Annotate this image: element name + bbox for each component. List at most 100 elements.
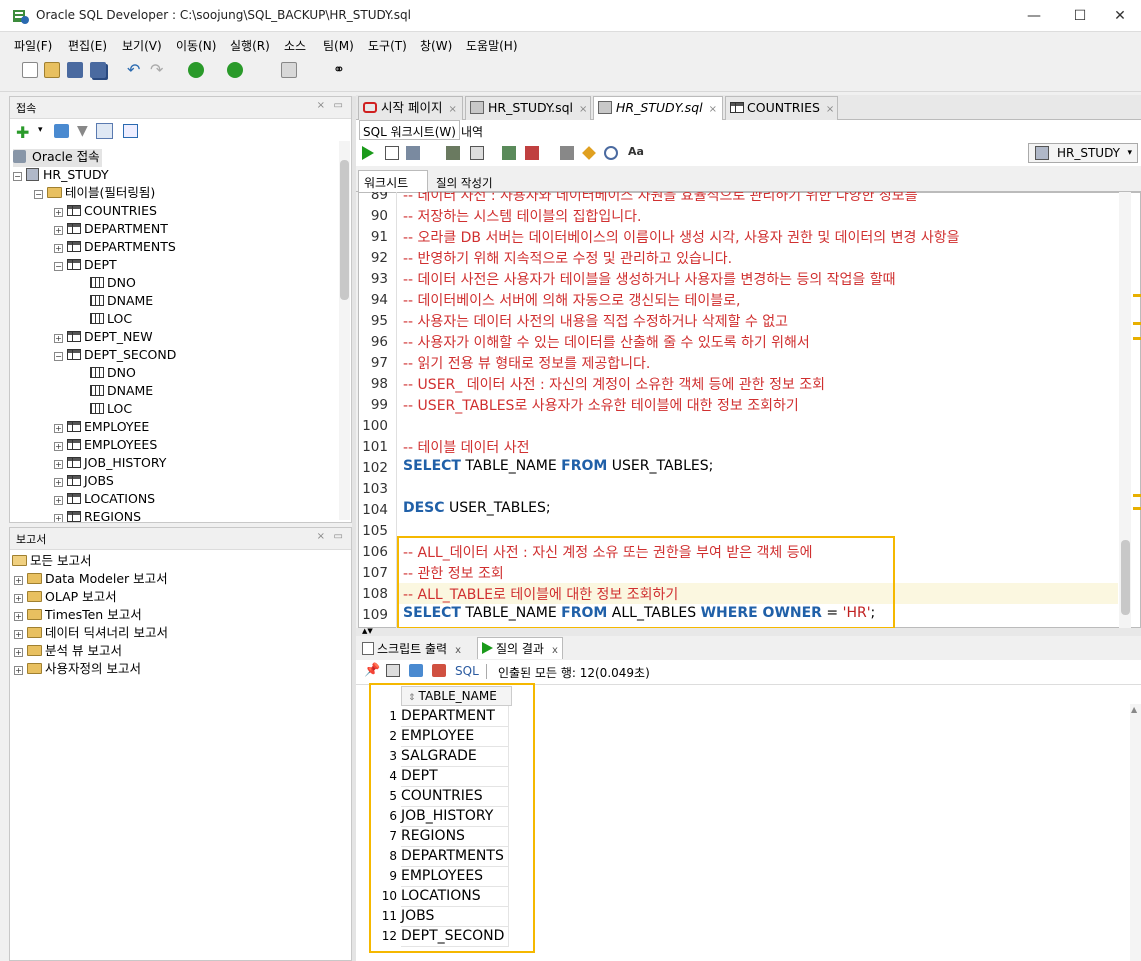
close-tab-icon[interactable]: × [709, 104, 717, 115]
menu-source[interactable]: 소스 [284, 37, 306, 54]
menu-view[interactable]: 보기(V) [122, 37, 162, 54]
code-line[interactable]: -- 데이터 사전 : 사용자와 데이터베이스 자원을 효율적으로 관리하기 위… [403, 192, 918, 205]
tab-start-page[interactable]: 시작 페이지 × [358, 96, 463, 120]
panel-minimize-icon[interactable]: ▭ [334, 100, 343, 111]
unshared-sql-icon[interactable] [560, 146, 574, 160]
menu-team[interactable]: 팀(M) [323, 37, 354, 54]
minimize-button[interactable]: — [1011, 0, 1057, 32]
close-tab-icon[interactable]: × [579, 104, 587, 115]
menu-window[interactable]: 창(W) [420, 37, 452, 54]
new-file-icon[interactable] [22, 62, 38, 78]
result-scrollbar[interactable] [1130, 704, 1141, 961]
run-script-icon[interactable] [385, 146, 399, 160]
code-line[interactable]: -- 데이터 사전은 사용자가 테이블을 생성하거나 사용자를 변경하는 등의 … [403, 269, 896, 289]
autotrace-icon[interactable] [406, 146, 420, 160]
splitter-arrows-icon[interactable]: ▲▼ [362, 627, 373, 635]
open-folder-icon[interactable] [44, 62, 60, 78]
save-icon[interactable] [67, 62, 83, 78]
vertical-splitter[interactable] [352, 96, 356, 961]
code-line[interactable]: SELECT TABLE_NAME FROM USER_TABLES; [403, 458, 713, 474]
line-number: 104 [362, 502, 388, 518]
code-line[interactable]: -- 사용자는 데이터 사전의 내용을 직접 수정하거나 삭제할 수 없고 [403, 311, 788, 331]
sql-keyword: FROM [561, 458, 608, 474]
explain-plan-icon[interactable] [446, 146, 460, 160]
code-line[interactable]: -- 사용자가 이해할 수 있는 데이터를 산출해 줄 수 있도록 하기 위해서 [403, 332, 810, 352]
editor-scrollbar-thumb[interactable] [1121, 540, 1130, 615]
collapse-icon[interactable]: − [13, 172, 22, 181]
refresh-icon[interactable] [54, 124, 69, 138]
scroll-up-icon[interactable]: ▲ [1131, 705, 1137, 714]
report-item[interactable]: + 사용자정의 보고서 [14, 660, 141, 678]
undo-icon[interactable]: ↶ [127, 62, 143, 78]
close-tab-icon[interactable]: × [448, 104, 456, 115]
splitter[interactable] [356, 628, 1141, 636]
save-all-icon[interactable] [90, 62, 106, 78]
sql-keyword: SELECT [403, 458, 461, 474]
run-icon [482, 642, 493, 654]
menu-tools[interactable]: 도구(T) [368, 37, 407, 54]
code-line[interactable]: -- 저장하는 시스템 테이블의 집합입니다. [403, 206, 641, 226]
close-tab-icon[interactable]: × [826, 104, 834, 115]
dropdown-arrow-icon[interactable]: ▾ [38, 125, 43, 135]
line-number: 107 [362, 565, 388, 581]
tab-hr-study-1[interactable]: HR_STUDY.sql × [465, 96, 591, 120]
tab-script-output[interactable]: 스크립트 출력 x [362, 640, 461, 657]
close-tab-icon[interactable]: x [552, 645, 558, 656]
connections-tree-icon[interactable] [123, 124, 138, 138]
tab-history[interactable]: 내역 [461, 123, 483, 140]
comment-text: -- 반영하기 위해 지속적으로 수정 및 관리하고 있습니다. [403, 251, 733, 267]
report-item[interactable]: + 분석 뷰 보고서 [14, 642, 122, 660]
close-tab-icon[interactable]: x [455, 645, 461, 656]
tab-query-result[interactable]: 질의 결과 x [477, 637, 563, 659]
format-icon[interactable]: Aa [628, 145, 644, 158]
code-line[interactable]: -- 오라클 DB 서버는 데이터베이스의 이름이나 생성 시각, 사용자 권한… [403, 227, 959, 247]
sql-tuning-icon[interactable] [470, 146, 484, 160]
binoculars-icon[interactable]: ⚭ [333, 62, 349, 78]
sql-worksheet-icon[interactable] [281, 62, 297, 78]
report-label: 분석 뷰 보고서 [45, 643, 122, 658]
tab-worksheet[interactable]: 워크시트 [358, 170, 428, 192]
comment-text: -- 저장하는 시스템 테이블의 집합입니다. [403, 209, 642, 225]
menu-file[interactable]: 파일(F) [14, 37, 52, 54]
menu-help[interactable]: 도움말(H) [466, 37, 518, 54]
connection-hr-study[interactable]: − HR_STUDY [13, 166, 109, 184]
comment-text: -- 사용자가 이해할 수 있는 데이터를 산출해 줄 수 있도록 하기 위해서 [403, 335, 810, 351]
panel-close-icon[interactable]: × [317, 100, 325, 111]
window-title: Oracle SQL Developer : C:\soojung\SQL_BA… [36, 8, 411, 22]
cancel-query-icon[interactable] [432, 664, 446, 677]
connection-icon [1035, 146, 1049, 160]
menu-run[interactable]: 실행(R) [230, 37, 270, 54]
back-icon[interactable] [188, 62, 204, 78]
menu-edit[interactable]: 편집(E) [68, 37, 107, 54]
code-line[interactable]: DESC USER_TABLES; [403, 500, 551, 516]
history-icon[interactable] [604, 146, 618, 160]
comment-text: -- 데이터 사전은 사용자가 테이블을 생성하거나 사용자를 변경하는 등의 … [403, 272, 896, 288]
commit-icon[interactable] [502, 146, 516, 160]
rollback-icon[interactable] [525, 146, 539, 160]
tab-query-builder[interactable]: 질의 작성기 [436, 175, 493, 191]
pin-icon[interactable]: 📌 [364, 663, 380, 678]
run-statement-icon[interactable] [362, 146, 374, 160]
sql-link[interactable]: SQL [455, 664, 479, 678]
tab-sql-worksheet[interactable]: SQL 워크시트(W) [359, 120, 460, 140]
menu-navigate[interactable]: 이동(N) [176, 37, 216, 54]
code-line[interactable]: -- USER_TABLES로 사용자가 소유한 테이블에 대한 정보 조회하기 [403, 395, 799, 415]
oracle-connections-node[interactable]: Oracle 접속 [13, 148, 100, 166]
code-line[interactable]: -- 테이블 데이터 사전 [403, 437, 530, 457]
add-connection-icon[interactable]: ✚ [16, 123, 29, 142]
code-line[interactable]: -- USER_ 데이터 사전 : 자신의 계정이 소유한 객체 등에 관한 정… [403, 374, 825, 394]
forward-icon[interactable] [227, 62, 243, 78]
print-icon[interactable] [386, 664, 400, 677]
code-line[interactable]: -- 반영하기 위해 지속적으로 수정 및 관리하고 있습니다. [403, 248, 732, 268]
connection-selector[interactable]: HR_STUDY ▾ [1028, 143, 1138, 163]
tab-countries[interactable]: COUNTRIES × [725, 96, 838, 120]
code-line[interactable]: -- 데이터베이스 서버에 의해 자동으로 갱신되는 테이블로, [403, 290, 741, 310]
schema-browser-icon[interactable] [96, 123, 113, 139]
close-button[interactable]: ✕ [1097, 0, 1141, 32]
tab-hr-study-active[interactable]: HR_STUDY.sql × [593, 96, 723, 120]
code-line[interactable]: -- 읽기 전용 뷰 형태로 정보를 제공합니다. [403, 353, 650, 373]
filter-icon[interactable]: ▼ [77, 123, 88, 139]
line-number: 109 [362, 607, 388, 623]
redo-icon[interactable]: ↷ [150, 62, 166, 78]
refresh-icon[interactable] [409, 664, 423, 677]
